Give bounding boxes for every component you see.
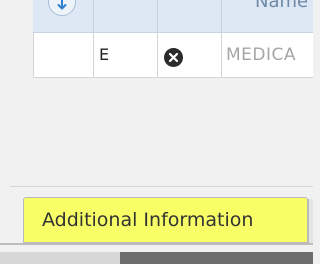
data-grid: Name E MEDICA <box>33 0 313 78</box>
tab-strip-baseline <box>0 243 313 245</box>
bottom-bar-left <box>0 252 120 264</box>
header-cell-sort <box>33 0 94 32</box>
bottom-bar <box>0 252 313 264</box>
grid-header-row: Name <box>33 0 313 33</box>
close-circle-icon[interactable] <box>164 48 183 67</box>
header-cell-code <box>94 0 158 32</box>
header-cell-action <box>158 0 222 32</box>
row-cell-code: E <box>94 33 158 77</box>
section-divider <box>10 186 313 187</box>
next-tab-edge[interactable] <box>308 199 313 243</box>
table-row[interactable]: E MEDICA <box>33 33 313 78</box>
row-cell-empty <box>33 33 94 77</box>
sort-down-icon[interactable] <box>48 0 76 16</box>
panel: Name E MEDICA Additional Information <box>0 0 313 264</box>
tab-additional-information[interactable]: Additional Information <box>23 197 308 243</box>
column-header-name[interactable]: Name <box>255 0 308 12</box>
row-description-text: MEDICA <box>226 45 297 65</box>
row-code-text: E <box>99 45 110 64</box>
tab-label: Additional Information <box>42 209 254 231</box>
